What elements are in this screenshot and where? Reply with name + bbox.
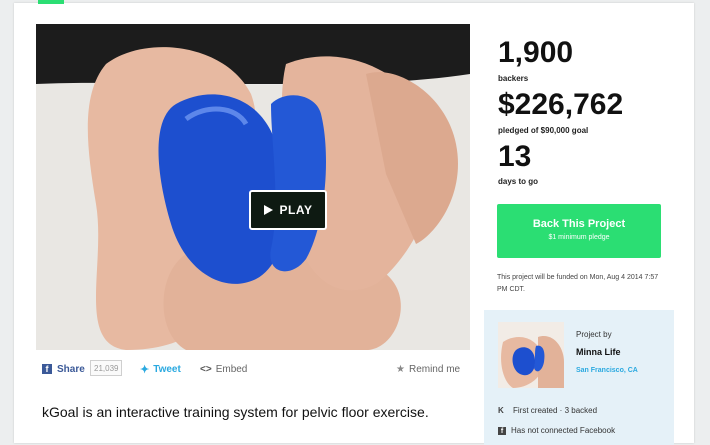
play-button[interactable]: PLAY xyxy=(249,190,327,230)
twitter-icon: ✦ xyxy=(140,363,150,376)
back-project-button[interactable]: Back This Project $1 minimum pledge xyxy=(497,204,661,258)
backers-count: 1,900 xyxy=(498,36,574,69)
creator-location[interactable]: San Francisco, CA xyxy=(576,367,638,374)
creator-created-text: First created · 3 backed xyxy=(513,406,598,415)
embed-button[interactable]: <> Embed xyxy=(200,360,247,378)
tweet-label: Tweet xyxy=(153,363,181,375)
minimum-pledge-text: $1 minimum pledge xyxy=(548,234,610,241)
pledged-amount: $226,762 xyxy=(498,88,624,121)
creator-created-line: K First created · 3 backed xyxy=(498,406,597,415)
creator-facebook-text: Has not connected Facebook xyxy=(511,426,616,435)
creator-avatar[interactable] xyxy=(498,322,564,388)
funding-note: This project will be funded on Mon, Aug … xyxy=(497,274,659,293)
share-label: Share xyxy=(57,363,85,375)
creator-facebook-line: f Has not connected Facebook xyxy=(498,426,615,435)
tweet-button[interactable]: ✦ Tweet xyxy=(140,360,181,378)
share-bar: f Share 21,039 ✦ Tweet <> Embed ★ Remind… xyxy=(42,360,470,380)
facebook-icon: f xyxy=(498,426,506,435)
top-accent-bar xyxy=(38,0,64,4)
kickstarter-icon: K xyxy=(498,406,504,415)
remind-label: Remind me xyxy=(408,363,461,375)
facebook-share-button[interactable]: f Share xyxy=(42,360,85,378)
days-count: 13 xyxy=(498,140,532,173)
remind-me-button[interactable]: ★ Remind me xyxy=(396,360,460,378)
project-by-label: Project by xyxy=(576,330,612,339)
project-blurb: kGoal is an interactive training system … xyxy=(42,404,429,420)
creator-name[interactable]: Minna Life xyxy=(576,347,621,357)
play-label: PLAY xyxy=(279,203,313,217)
embed-label: Embed xyxy=(215,363,248,375)
backers-label: backers xyxy=(498,74,529,83)
share-count: 21,039 xyxy=(90,360,123,376)
days-label: days to go xyxy=(498,177,539,186)
back-project-title: Back This Project xyxy=(532,218,626,230)
play-icon xyxy=(263,205,273,215)
pledged-label: pledged of $90,000 goal xyxy=(498,126,589,135)
creator-avatar-image xyxy=(498,322,564,388)
video-thumbnail-image xyxy=(36,24,470,350)
project-video[interactable]: PLAY xyxy=(36,24,470,350)
embed-icon: <> xyxy=(200,363,212,375)
facebook-icon: f xyxy=(42,364,52,374)
star-icon: ★ xyxy=(396,363,405,375)
